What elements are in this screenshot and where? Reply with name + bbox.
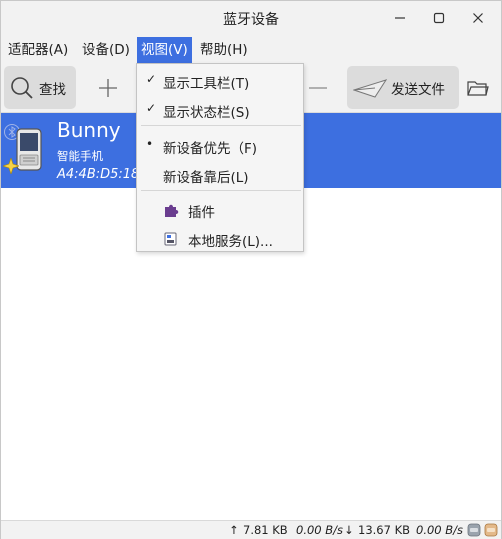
show-statusbar-label: 显示状态栏(S)	[163, 105, 250, 121]
remove-device-button[interactable]	[303, 66, 333, 109]
device-address: A4:4B:D5:18	[57, 167, 140, 182]
maximize-button[interactable]	[428, 7, 450, 29]
folder-icon	[467, 80, 489, 96]
close-button[interactable]	[467, 7, 489, 29]
view-menu-dropdown: ✓ 显示工具栏(T) ✓ 显示状态栏(S) • 新设备优先（F) 新设备靠后(L…	[136, 63, 304, 252]
menu-item-show-statusbar[interactable]: ✓ 显示状态栏(S)	[137, 95, 303, 123]
radio-bullet-icon: •	[146, 137, 154, 151]
show-toolbar-label: 显示工具栏(T)	[163, 76, 250, 92]
checkmark-icon: ✓	[146, 72, 157, 86]
search-icon	[11, 76, 33, 99]
search-button[interactable]: 查找	[4, 66, 76, 109]
menu-separator	[141, 190, 301, 191]
device-type: 智能手机	[57, 149, 103, 163]
download-rate: 0.00 B/s	[416, 523, 464, 537]
menu-item-plugins[interactable]: 插件	[137, 195, 303, 223]
menu-help[interactable]: 帮助(H)	[196, 37, 252, 63]
upload-rate: 0.00 B/s	[296, 523, 344, 537]
minus-icon	[309, 86, 327, 89]
add-device-button[interactable]	[93, 66, 123, 109]
device-name: Bunny	[57, 118, 121, 142]
maximize-icon	[433, 12, 445, 24]
close-icon	[473, 13, 483, 23]
upload-arrow-icon: ↑	[229, 523, 239, 537]
download-total: 13.67 KB	[358, 523, 411, 537]
menu-separator	[141, 125, 301, 126]
search-label: 查找	[39, 81, 66, 98]
local-services-label: 本地服务(L)...	[188, 234, 273, 250]
plus-icon	[99, 78, 117, 97]
puzzle-icon	[165, 204, 179, 217]
status-bar: ↑ 7.81 KB 0.00 B/s ↓ 13.67 KB 0.00 B/s	[1, 520, 501, 539]
paper-plane-icon	[353, 78, 387, 98]
new-first-label: 新设备优先（F)	[163, 141, 258, 157]
menu-bar: 适配器(A) 设备(D) 视图(V) 帮助(H)	[1, 35, 501, 63]
menu-item-show-toolbar[interactable]: ✓ 显示工具栏(T)	[137, 66, 303, 94]
power-status-icon[interactable]	[484, 523, 498, 537]
menu-item-new-first[interactable]: • 新设备优先（F)	[137, 131, 303, 159]
send-file-button[interactable]: 发送文件	[347, 66, 459, 109]
new-device-sparkle-icon	[3, 158, 19, 174]
bluetooth-window: 蓝牙设备 适配器(A) 设备(D) 视图(V) 帮助(H) 查找 发送文件 Bu…	[0, 0, 502, 539]
checkmark-icon: ✓	[146, 101, 157, 115]
plugins-label: 插件	[188, 205, 215, 221]
smartphone-icon	[16, 128, 42, 171]
menu-device[interactable]: 设备(D)	[78, 37, 134, 63]
browse-files-button[interactable]	[463, 66, 493, 109]
menu-item-new-last[interactable]: 新设备靠后(L)	[137, 160, 303, 188]
menu-view[interactable]: 视图(V)	[137, 37, 192, 63]
window-title: 蓝牙设备	[223, 12, 279, 28]
menu-item-local-services[interactable]: 本地服务(L)...	[137, 224, 303, 252]
download-arrow-icon: ↓	[344, 523, 354, 537]
send-file-label: 发送文件	[391, 81, 445, 98]
services-icon	[164, 232, 177, 246]
new-last-label: 新设备靠后(L)	[163, 170, 249, 186]
minimize-icon	[395, 17, 405, 19]
menu-adapter[interactable]: 适配器(A)	[4, 37, 72, 63]
title-bar: 蓝牙设备	[1, 1, 501, 35]
minimize-button[interactable]	[389, 7, 411, 29]
adapter-status-icon[interactable]	[467, 523, 481, 537]
upload-total: 7.81 KB	[243, 523, 288, 537]
